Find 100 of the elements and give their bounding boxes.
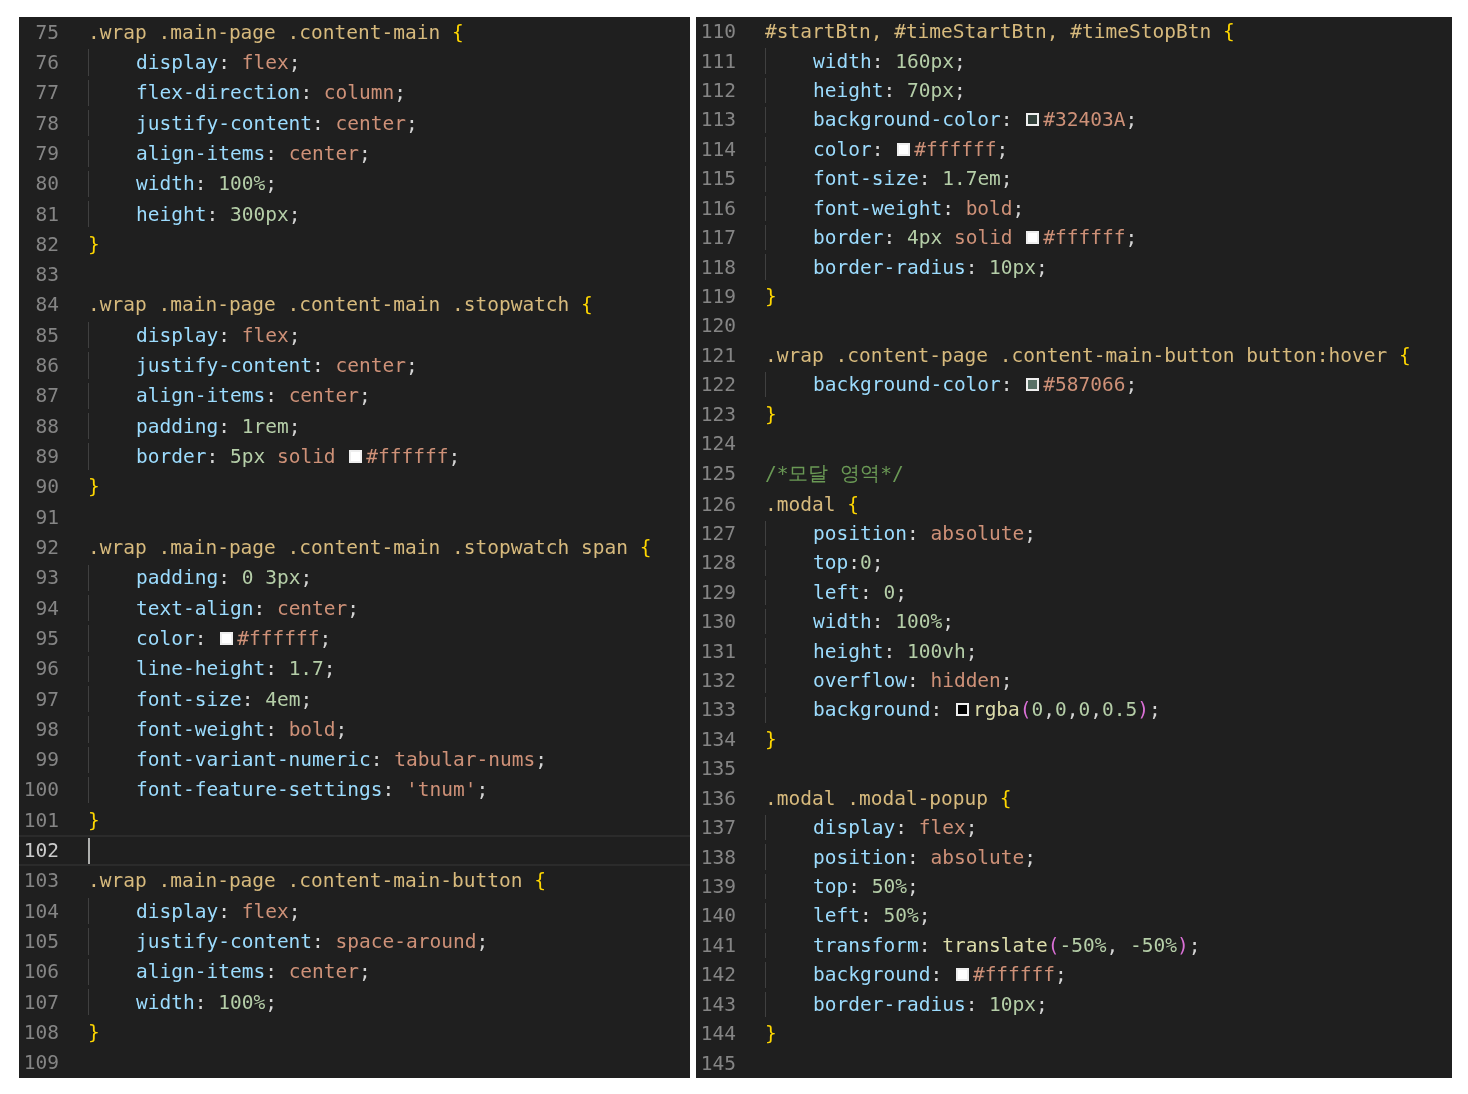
code-text: align-items: center; xyxy=(136,384,371,408)
code-text: } xyxy=(88,808,100,832)
code-text: border-radius: 10px; xyxy=(813,255,1048,279)
line-number: 110 xyxy=(699,20,736,44)
line-number: 80 xyxy=(34,172,59,196)
code-text: display: flex; xyxy=(136,899,301,923)
color-swatch-icon[interactable] xyxy=(897,142,911,156)
line-number: 136 xyxy=(699,786,736,810)
code-text: /*모달 영역*/ xyxy=(765,461,904,488)
code-text: } xyxy=(88,475,100,499)
code-text: align-items: center; xyxy=(136,141,371,165)
code-text: width: 160px; xyxy=(813,49,966,73)
line-number: 77 xyxy=(34,81,59,105)
line-number: 135 xyxy=(699,757,736,781)
line-number: 120 xyxy=(699,314,736,338)
code-text: #startBtn, #timeStartBtn, #timeStopBtn { xyxy=(765,20,1235,44)
code-text: position: absolute; xyxy=(813,521,1037,545)
code-text: top: 50%; xyxy=(813,875,919,898)
code-text: #ffffff; xyxy=(366,445,461,469)
line-number: 90 xyxy=(34,475,59,499)
line-number: 145 xyxy=(699,1051,736,1075)
line-number: 131 xyxy=(699,639,736,663)
code-text: background: xyxy=(813,963,944,987)
code-text: font-size: 4em; xyxy=(136,687,313,711)
line-number: 97 xyxy=(34,687,59,711)
line-number: 102 xyxy=(22,839,59,863)
code-text: font-variant-numeric: tabular-nums; xyxy=(136,748,547,772)
color-swatch-icon[interactable] xyxy=(349,450,363,464)
code-text: #ffffff; xyxy=(972,963,1067,987)
code-text: width: 100%; xyxy=(136,172,277,196)
code-text: position: absolute; xyxy=(813,845,1037,869)
line-number: 108 xyxy=(22,1020,59,1044)
code-text: height: 300px; xyxy=(136,202,301,226)
code-text: justify-content: space-around; xyxy=(136,930,489,954)
code-text: border: 4px solid xyxy=(813,226,1014,250)
line-number: 137 xyxy=(699,816,736,840)
code-text: } xyxy=(765,402,777,426)
code-text: #587066; xyxy=(1043,373,1138,397)
code-text: } xyxy=(88,232,100,256)
color-swatch-icon[interactable] xyxy=(1026,113,1040,127)
code-text: #32403A; xyxy=(1043,108,1138,132)
line-number: 143 xyxy=(699,992,736,1016)
line-number: 115 xyxy=(699,167,736,191)
code-text: font-feature-settings: 'tnum'; xyxy=(136,778,489,802)
line-number: 128 xyxy=(699,551,736,575)
line-number: 87 xyxy=(34,384,59,408)
code-text: padding: 1rem; xyxy=(136,414,301,438)
line-number: 116 xyxy=(699,196,736,220)
line-number: 82 xyxy=(34,232,59,256)
code-text: transform: translate(-50%, -50%); xyxy=(813,933,1201,957)
line-number: 83 xyxy=(34,263,59,287)
color-swatch-icon[interactable] xyxy=(955,703,969,717)
code-text: top:0; xyxy=(813,551,884,575)
code-text: height: 70px; xyxy=(813,79,966,103)
code-text: .modal .modal-popup { xyxy=(765,786,1012,810)
line-number: 84 xyxy=(34,293,59,317)
code-text: height: 100vh; xyxy=(813,639,978,663)
line-number: 129 xyxy=(699,580,736,604)
line-number: 132 xyxy=(699,669,736,693)
line-number: 92 xyxy=(34,535,59,559)
code-text: border-radius: 10px; xyxy=(813,992,1048,1016)
line-number: 96 xyxy=(34,657,59,681)
code-text: font-weight: bold; xyxy=(136,717,348,741)
code-text: left: 50%; xyxy=(813,904,931,928)
code-text: border: 5px solid xyxy=(136,445,337,469)
line-number: 133 xyxy=(699,698,736,722)
line-number: 99 xyxy=(34,748,59,772)
code-text: justify-content: center; xyxy=(136,111,418,135)
color-swatch-icon[interactable] xyxy=(1026,231,1040,245)
line-number: 124 xyxy=(699,432,736,456)
line-number: 127 xyxy=(699,521,736,545)
line-number: 126 xyxy=(699,492,736,516)
line-number: 86 xyxy=(34,354,59,378)
line-number: 112 xyxy=(699,79,736,103)
code-text: .wrap .content-page .content-main-button button:hover { xyxy=(765,343,1411,367)
code-text: overflow: hidden; xyxy=(813,669,1013,693)
color-swatch-icon[interactable] xyxy=(1026,378,1040,392)
code-text: justify-content: center; xyxy=(136,354,418,378)
code-text: display: flex; xyxy=(813,816,978,840)
line-number: 117 xyxy=(699,226,736,250)
line-number: 113 xyxy=(699,108,736,132)
line-number: 123 xyxy=(699,402,736,426)
line-number: 88 xyxy=(34,414,59,438)
line-number: 105 xyxy=(22,930,59,954)
code-text: display: flex; xyxy=(136,50,301,74)
line-number: 107 xyxy=(22,990,59,1014)
line-number: 85 xyxy=(34,323,59,347)
color-swatch-icon[interactable] xyxy=(220,631,234,645)
code-text: .wrap .main-page .content-main { xyxy=(88,20,464,44)
color-swatch-icon[interactable] xyxy=(955,968,969,982)
code-text: } xyxy=(765,1022,777,1046)
code-text: rgba(0,0,0,0.5); xyxy=(972,698,1161,722)
code-text: .wrap .main-page .content-main .stopwatch span { xyxy=(88,535,652,559)
line-number: 94 xyxy=(34,596,59,620)
code-text: background-color: xyxy=(813,373,1014,397)
code-text: #ffffff; xyxy=(237,626,332,650)
code-text: .wrap .main-page .content-main-button { xyxy=(88,869,546,893)
line-number: 98 xyxy=(34,717,59,741)
line-number: 106 xyxy=(22,960,59,984)
line-number: 142 xyxy=(699,963,736,987)
